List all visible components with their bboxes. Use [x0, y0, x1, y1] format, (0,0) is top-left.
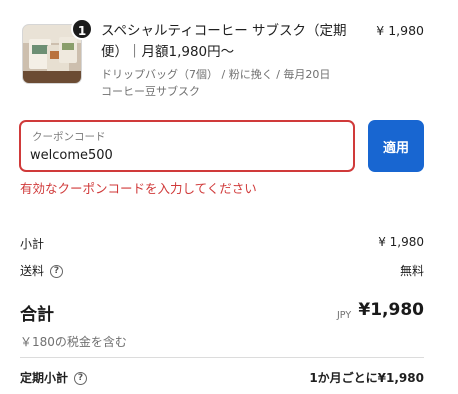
recurring-subtotal-value: 1か月ごとに¥1,980: [309, 371, 424, 385]
product-variant: ドリップバッグ（7個） / 粉に挽く / 毎月20日 コーヒー豆サブスク: [101, 66, 381, 100]
total-currency: JPY: [337, 310, 352, 321]
coupon-field-label: クーポンコード: [32, 131, 106, 143]
coupon-field[interactable]: クーポンコード: [19, 120, 355, 172]
quantity-badge: 1: [71, 18, 93, 40]
line-item: 1 スペシャルティコーヒー サブスク（定期便）｜月額1,980円〜 ドリップバッ…: [20, 17, 440, 100]
total-value: ¥1,980: [358, 300, 424, 320]
apply-coupon-button[interactable]: 適用: [368, 120, 424, 172]
shipping-label: 送料: [20, 264, 45, 278]
shipping-row: 送料? 無料: [20, 262, 424, 282]
help-icon[interactable]: ?: [50, 265, 64, 278]
divider: [20, 357, 424, 358]
subtotal-row: 小計 ¥ 1,980: [20, 235, 424, 255]
coupon-error-message: 有効なクーポンコードを入力してください: [20, 181, 257, 196]
recurring-label-group: 定期小計?: [20, 369, 88, 386]
checkout-order-summary: 1 スペシャルティコーヒー サブスク（定期便）｜月額1,980円〜 ドリップバッ…: [0, 0, 458, 394]
variant-plan: コーヒー豆サブスク: [101, 85, 200, 98]
help-icon[interactable]: ?: [74, 372, 88, 385]
product-thumbnail: 1: [22, 18, 93, 84]
shipping-value: 無料: [399, 264, 424, 278]
product-title: スペシャルティコーヒー サブスク（定期便）｜月額1,980円〜: [101, 23, 347, 60]
line-item-price: ¥ 1,980: [376, 23, 424, 38]
shipping-label-group: 送料?: [20, 262, 64, 279]
variant-options: ドリップバッグ（7個） / 粉に挽く / 毎月20日: [101, 68, 331, 81]
recurring-subtotal-row: 定期小計? 1か月ごとに¥1,980: [20, 369, 424, 389]
coupon-input[interactable]: [30, 144, 340, 166]
tax-note: ￥180の税金を含む: [20, 335, 127, 349]
recurring-subtotal-label: 定期小計: [20, 371, 69, 385]
subtotal-value: ¥ 1,980: [378, 235, 424, 249]
subtotal-label: 小計: [20, 237, 45, 251]
total-label: 合計: [20, 305, 54, 325]
